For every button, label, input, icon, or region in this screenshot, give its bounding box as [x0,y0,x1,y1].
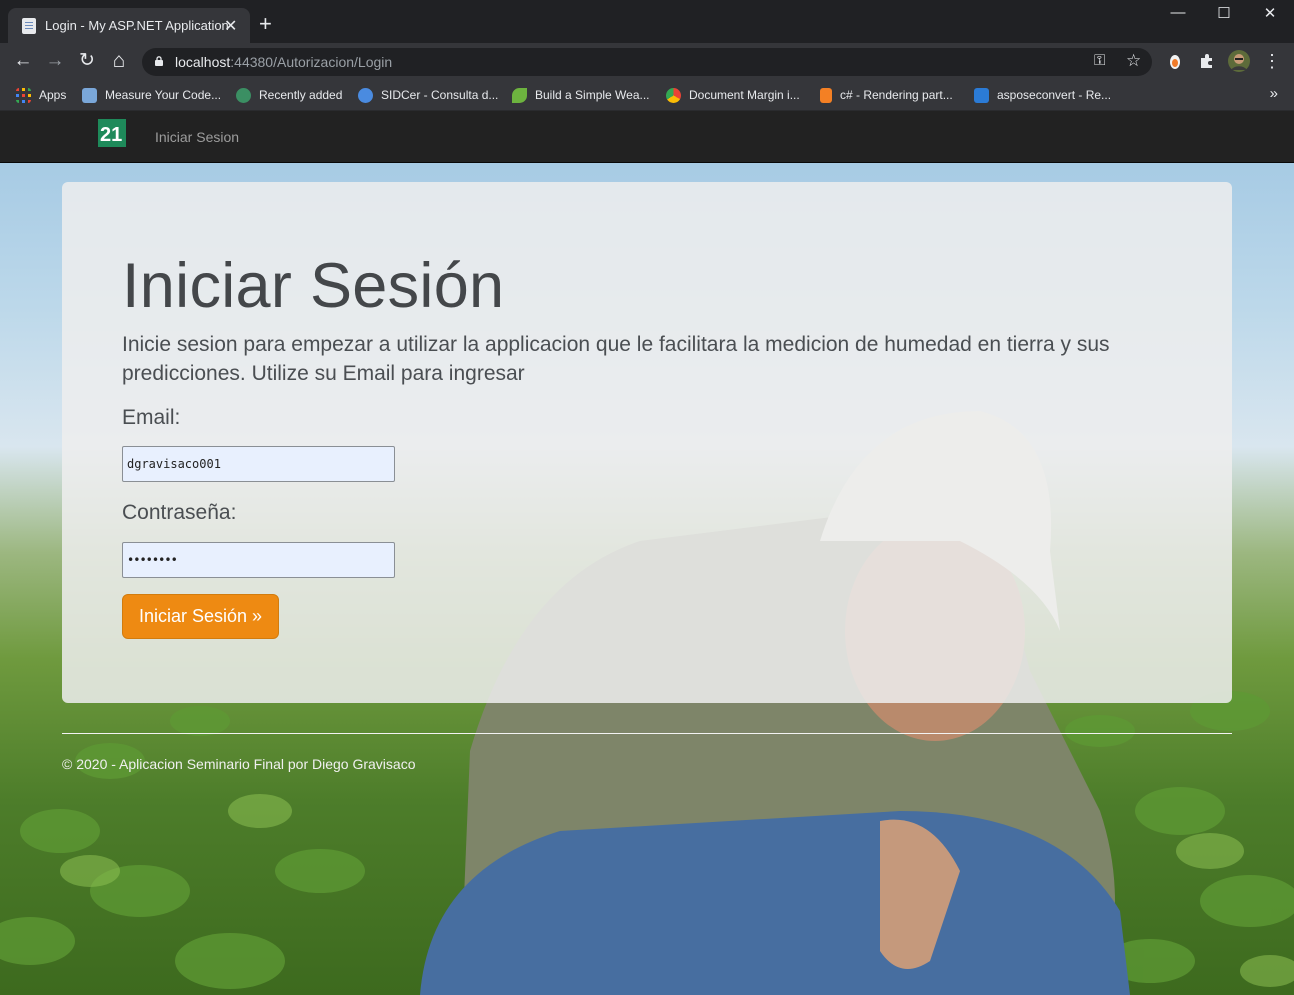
password-field[interactable] [122,542,395,578]
recent-icon [236,87,251,103]
footer-copyright: © 2020 - Aplicacion Seminario Final por … [62,756,416,772]
page-favicon-icon [22,18,36,34]
bookmark-label: Recently added [259,88,343,102]
azure-devops-icon [974,87,989,103]
tab-close-icon[interactable]: ✕ [224,16,237,36]
nav-link-iniciar-sesion[interactable]: Iniciar Sesion [155,129,239,145]
page-title: Iniciar Sesión [122,251,505,321]
tools-icon [82,87,97,103]
bookmark-label: Build a Simple Wea... [535,88,650,102]
footer-divider [62,733,1232,734]
bookmark-label: asposeconvert - Re... [997,88,1112,102]
browser-titlebar: Login - My ASP.NET Application ✕ + — ☐ ✕ [0,0,1294,43]
bookmarks-bar: Apps Measure Your Code... Recently added… [0,79,1294,111]
password-key-icon[interactable]: ⚿ [1094,52,1105,69]
stackoverflow-icon [820,87,832,103]
bookmark-csharp-rendering[interactable]: c# - Rendering part... [820,85,953,105]
bookmark-label: Document Margin i... [689,88,800,102]
minimize-button[interactable]: — [1155,4,1201,21]
address-bar[interactable]: localhost:44380/Autorizacion/Login ⚿ ☆ [142,48,1152,76]
leaf-icon [512,87,527,103]
bookmark-apps[interactable]: Apps [16,85,66,105]
bookmarks-overflow-icon[interactable]: » [1270,85,1278,102]
url-host: localhost [175,54,231,70]
extension-fire-icon[interactable] [1166,52,1184,70]
tab-title: Login - My ASP.NET Application [45,18,229,33]
new-tab-button[interactable]: + [259,13,272,35]
apps-grid-icon [16,87,31,103]
bookmark-label: SIDCer - Consulta d... [381,88,499,102]
bookmark-label: Apps [39,88,67,102]
lock-icon [155,56,163,66]
login-submit-button[interactable]: Iniciar Sesión » [122,594,279,639]
site-navbar: 21 Iniciar Sesion [0,111,1294,163]
password-label: Contraseña: [122,501,237,524]
bookmark-document-margin[interactable]: Document Margin i... [666,85,800,105]
back-button[interactable]: ← [11,49,35,73]
forward-button[interactable]: → [43,49,67,73]
bookmark-star-icon[interactable]: ☆ [1126,51,1141,71]
reload-button[interactable]: ↻ [75,49,99,73]
bookmark-asposeconvert[interactable]: asposeconvert - Re... [974,85,1111,105]
bookmark-recently-added[interactable]: Recently added [236,85,342,105]
check-badge-icon [358,87,373,103]
url-text[interactable]: localhost:44380/Autorizacion/Login [175,54,392,70]
maximize-button[interactable]: ☐ [1201,4,1247,22]
home-button[interactable]: ⌂ [107,49,131,73]
page-viewport: 21 Iniciar Sesion Iniciar Sesión Inicie … [0,111,1294,995]
brand-logo-icon[interactable]: 21 [98,119,126,147]
browser-menu-icon[interactable]: ⋮ [1260,49,1284,73]
svg-text:21: 21 [100,124,122,146]
browser-tab-active[interactable]: Login - My ASP.NET Application ✕ [8,8,250,43]
browser-toolbar: ← → ↻ ⌂ localhost:44380/Autorizacion/Log… [0,43,1294,79]
intro-text: Inicie sesion para empezar a utilizar la… [122,333,1110,385]
bookmark-sidcer[interactable]: SIDCer - Consulta d... [358,85,498,105]
bookmark-build-weather[interactable]: Build a Simple Wea... [512,85,650,105]
email-label: Email: [122,406,181,429]
chrome-icon [666,87,681,103]
bookmark-measure-code[interactable]: Measure Your Code... [82,85,221,105]
login-panel: Iniciar Sesión Inicie sesion para empeza… [62,182,1232,703]
close-window-button[interactable]: ✕ [1247,4,1293,22]
extensions-puzzle-icon[interactable] [1198,52,1216,70]
bookmark-label: Measure Your Code... [105,88,222,102]
url-path: :44380/Autorizacion/Login [230,54,393,70]
email-field[interactable] [122,446,395,482]
profile-avatar-icon[interactable] [1228,50,1250,72]
bookmark-label: c# - Rendering part... [840,88,953,102]
